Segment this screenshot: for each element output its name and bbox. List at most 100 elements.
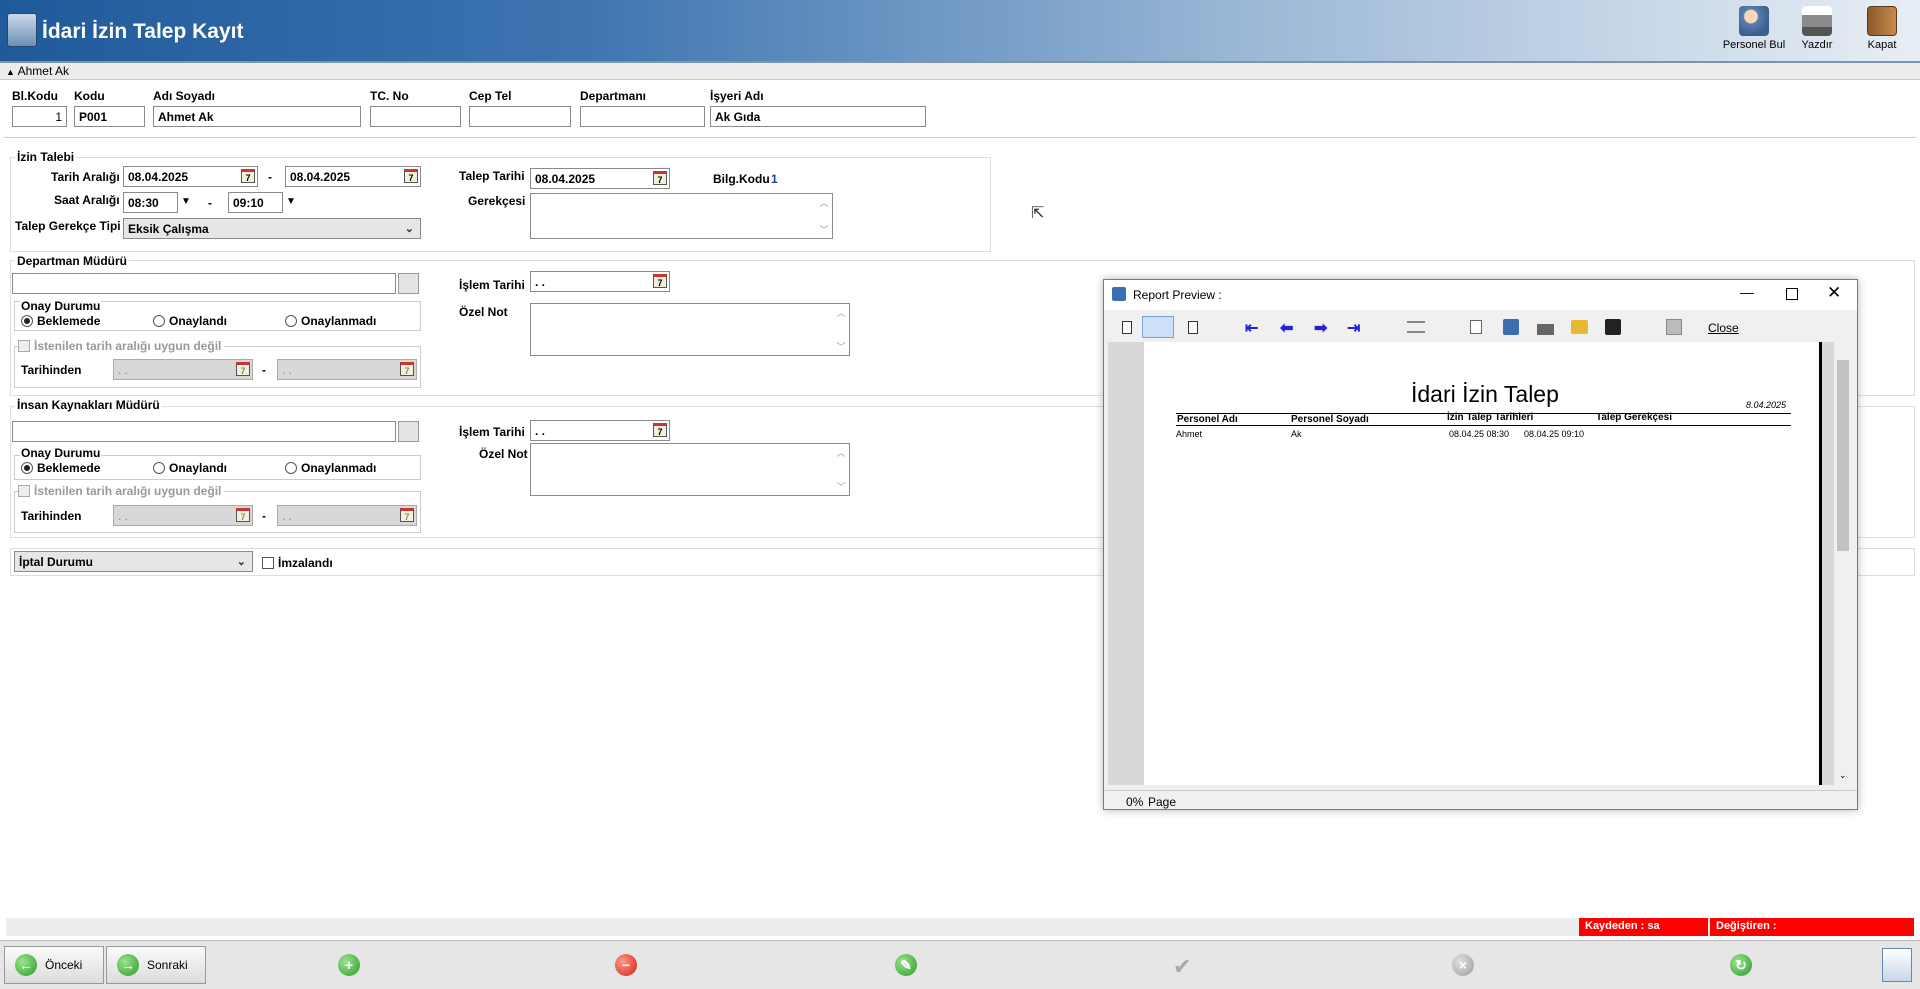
maximize-icon[interactable] bbox=[1786, 288, 1798, 300]
tc-no-field[interactable] bbox=[370, 106, 461, 127]
uygun-degil-checkbox[interactable]: İstenilen tarih aralığı uygun değil bbox=[18, 339, 225, 353]
first-page-icon[interactable]: ⇤ bbox=[1245, 319, 1258, 339]
radio-onaylandi[interactable]: Onaylandı bbox=[153, 314, 227, 328]
save-disk-icon[interactable] bbox=[1605, 319, 1621, 335]
blkodu-header: Bl.Kodu bbox=[12, 89, 58, 103]
collapse-bar[interactable]: ▲ Ahmet Ak bbox=[0, 63, 1920, 80]
islem-tarihi-input[interactable]: . .7 bbox=[530, 271, 670, 292]
person-lookup-icon[interactable] bbox=[398, 421, 419, 442]
ik-mudur-input[interactable] bbox=[12, 421, 396, 442]
tarihinden-to-input[interactable]: . .7 bbox=[277, 359, 417, 380]
isyeri-field[interactable]: Ak Gıda bbox=[710, 106, 926, 127]
col-talep-gerekcesi: Talep Gerekçesi bbox=[1596, 412, 1672, 423]
row-tarih-to: 08.04.25 09:10 bbox=[1524, 429, 1585, 439]
previous-page-icon[interactable]: ⬅ bbox=[1280, 319, 1293, 339]
gerekcesi-textarea[interactable]: ︿ ﹀ bbox=[530, 193, 833, 239]
dash: - bbox=[262, 509, 266, 523]
onceki-button[interactable]: ← Önceki bbox=[4, 946, 104, 984]
yazdir-button[interactable]: Yazdır bbox=[1792, 6, 1842, 51]
print-icon[interactable] bbox=[1537, 319, 1554, 335]
exit-icon[interactable] bbox=[1666, 319, 1682, 335]
close-icon[interactable]: ✕ bbox=[1827, 283, 1841, 303]
calendar-icon[interactable]: 7 bbox=[653, 423, 667, 437]
saat-to-input[interactable]: 09:10 bbox=[228, 192, 283, 213]
uygun-degil-checkbox[interactable]: İstenilen tarih aralığı uygun değil bbox=[18, 484, 225, 498]
open-folder-icon[interactable] bbox=[1571, 320, 1588, 334]
calendar-icon[interactable]: 7 bbox=[400, 508, 414, 522]
scroll-down-icon[interactable]: ⌄ bbox=[1839, 770, 1847, 781]
rp-scrollbar[interactable]: ⌄ bbox=[1835, 342, 1852, 785]
row-soyad: Ak bbox=[1291, 429, 1302, 439]
bilg-kodu-value: 1 bbox=[771, 172, 778, 186]
scrollbar[interactable]: ︿ ﹀ bbox=[816, 194, 832, 238]
dept-mudur-input[interactable] bbox=[12, 273, 396, 294]
calendar-icon[interactable]: 7 bbox=[404, 169, 418, 183]
saat-from-input[interactable]: 08:30 bbox=[123, 192, 178, 213]
personel-bul-button[interactable]: Personel Bul bbox=[1722, 6, 1786, 51]
radio-onaylanmadi[interactable]: Onaylanmadı bbox=[285, 314, 376, 328]
export-icon[interactable] bbox=[1882, 948, 1912, 982]
edit-button[interactable]: ✎ bbox=[895, 954, 917, 976]
chevron-down-icon[interactable]: ▼ bbox=[181, 196, 191, 207]
next-page-icon[interactable]: ➡ bbox=[1314, 319, 1327, 339]
radio-beklemede[interactable]: Beklemede bbox=[21, 314, 100, 328]
minimize-icon[interactable]: — bbox=[1740, 284, 1754, 300]
talep-tarihi-input[interactable]: 08.04.2025 7 bbox=[530, 168, 670, 189]
add-button[interactable]: + bbox=[338, 954, 360, 976]
delete-button[interactable]: − bbox=[615, 954, 637, 976]
islem-tarihi-input[interactable]: . .7 bbox=[530, 420, 670, 441]
cep-tel-field[interactable] bbox=[469, 106, 571, 127]
tarihinden-from-input[interactable]: . .7 bbox=[113, 505, 253, 526]
rp-close-button[interactable]: Close bbox=[1708, 321, 1739, 335]
kodu-field[interactable]: P001 bbox=[74, 106, 145, 127]
copy-icon[interactable] bbox=[1470, 320, 1482, 334]
calendar-icon[interactable]: 7 bbox=[400, 362, 414, 376]
refresh-button[interactable]: ↻ bbox=[1730, 954, 1752, 976]
person-lookup-icon[interactable] bbox=[398, 273, 419, 294]
report-preview-window: Report Preview : — ✕ ⇤ ⬅ ➡ ⇥ Close İdari… bbox=[1103, 279, 1858, 810]
report-page: İdari İzin Talep 8.04.2025 Personel Adı … bbox=[1144, 342, 1822, 785]
save-button[interactable]: ✔ bbox=[1173, 954, 1191, 980]
calendar-icon[interactable]: 7 bbox=[653, 171, 667, 185]
scroll-thumb[interactable] bbox=[1837, 360, 1849, 551]
tarihinden-from-input[interactable]: . .7 bbox=[113, 359, 253, 380]
tarihinden-to-input[interactable]: . .7 bbox=[277, 505, 417, 526]
chevron-down-icon: ⌄ bbox=[404, 223, 414, 235]
islem-tarihi-label: İşlem Tarihi bbox=[459, 278, 525, 292]
dept-mudur-title: Departman Müdürü bbox=[15, 254, 130, 268]
page-status: Page bbox=[1148, 795, 1177, 809]
tarih-from-input[interactable]: 08.04.2025 7 bbox=[123, 166, 258, 187]
departman-field[interactable] bbox=[580, 106, 705, 127]
export-report-icon[interactable] bbox=[1503, 319, 1519, 335]
iptal-durumu-select[interactable]: İptal Durumu ⌄ bbox=[14, 551, 253, 572]
radio-beklemede[interactable]: Beklemede bbox=[21, 461, 100, 475]
ozel-not-textarea[interactable]: ︿ ﹀ bbox=[530, 303, 850, 356]
last-page-icon[interactable]: ⇥ bbox=[1347, 319, 1360, 339]
refresh-icon: ↻ bbox=[1730, 954, 1752, 976]
calendar-icon[interactable]: 7 bbox=[236, 508, 250, 522]
adi-soyadi-field[interactable]: Ahmet Ak bbox=[153, 106, 361, 127]
radio-onaylandi[interactable]: Onaylandı bbox=[153, 461, 227, 475]
blkodu-field[interactable]: 1 bbox=[12, 106, 67, 127]
person-search-icon bbox=[1739, 6, 1769, 36]
kapat-button[interactable]: Kapat bbox=[1857, 6, 1907, 51]
dash: - bbox=[268, 170, 272, 184]
imzalandi-checkbox[interactable]: İmzalandı bbox=[262, 556, 333, 570]
calendar-icon[interactable]: 7 bbox=[241, 169, 255, 183]
calendar-icon[interactable]: 7 bbox=[236, 362, 250, 376]
rp-titlebar: Report Preview : — ✕ bbox=[1104, 280, 1857, 310]
scrollbar[interactable]: ︿ ﹀ bbox=[833, 304, 849, 355]
goto-page-icon[interactable] bbox=[1407, 321, 1425, 333]
sonraki-button[interactable]: → Sonraki bbox=[106, 946, 206, 984]
calendar-icon[interactable]: 7 bbox=[653, 274, 667, 288]
single-page-icon[interactable] bbox=[1122, 321, 1132, 334]
chevron-down-icon[interactable]: ▼ bbox=[286, 196, 296, 207]
tarih-to-input[interactable]: 08.04.2025 7 bbox=[285, 166, 421, 187]
ozel-not-textarea[interactable]: ︿ ﹀ bbox=[530, 443, 850, 496]
whole-page-icon[interactable] bbox=[1188, 321, 1198, 334]
fit-width-icon[interactable] bbox=[1142, 316, 1174, 338]
cancel-button[interactable]: × bbox=[1452, 954, 1474, 976]
scrollbar[interactable]: ︿ ﹀ bbox=[833, 444, 849, 495]
gerekce-tipi-select[interactable]: Eksik Çalışma ⌄ bbox=[123, 218, 421, 239]
radio-onaylanmadi[interactable]: Onaylanmadı bbox=[285, 461, 376, 475]
